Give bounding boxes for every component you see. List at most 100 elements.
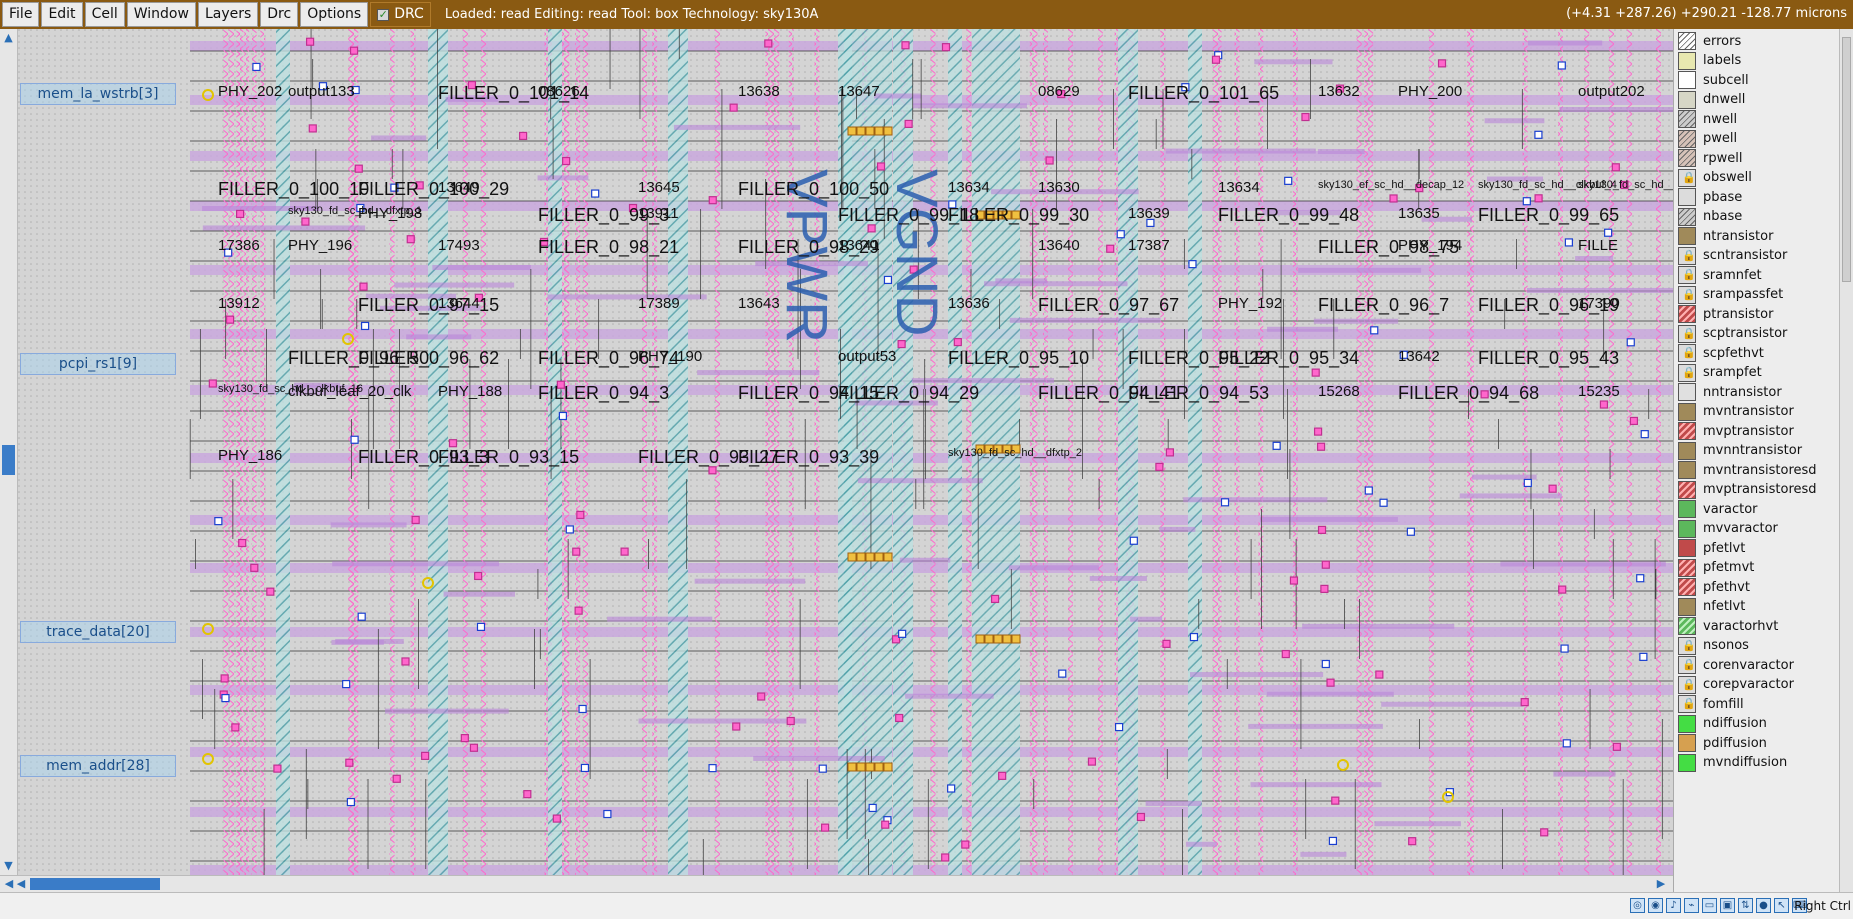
layer-name: mvntransistoresd bbox=[1703, 462, 1817, 478]
via bbox=[1289, 576, 1299, 585]
via bbox=[349, 46, 359, 55]
via-stack bbox=[883, 762, 893, 772]
via bbox=[1520, 698, 1529, 707]
cell-instance-label: FILLER_0_94_3 bbox=[538, 383, 670, 403]
via bbox=[250, 563, 259, 572]
horizontal-scrollbar[interactable]: ◀ ◀ ▶ bbox=[0, 875, 1673, 892]
shared-folder-icon[interactable]: ▭ bbox=[1702, 898, 1717, 913]
via-contact bbox=[357, 612, 366, 621]
via-contact bbox=[898, 629, 907, 638]
cell-instance-label: FILLER_0_95_43 bbox=[1478, 348, 1620, 368]
cell-instance-label: 08629 bbox=[1038, 83, 1080, 100]
cell-instance-label: FILLER_0_100_10 bbox=[218, 179, 370, 199]
pin-label[interactable]: trace_data[20] bbox=[20, 621, 176, 643]
metal2-wire bbox=[1356, 29, 1362, 875]
layout-canvas[interactable]: VPWR VGND mem_la_wstrb[3] pcpi_rs1[9] tr… bbox=[18, 29, 1673, 875]
metal1-wire bbox=[1185, 841, 1217, 847]
layer-name: varactorhvt bbox=[1703, 618, 1779, 634]
via bbox=[220, 674, 229, 683]
layer-name: labels bbox=[1703, 53, 1742, 68]
cell-instance-label: FILLER_0_94_29 bbox=[838, 383, 980, 403]
via bbox=[225, 315, 235, 324]
via-contact bbox=[221, 693, 230, 703]
optical-icon[interactable]: ◉ bbox=[1648, 898, 1663, 913]
lock-icon: 🔒 bbox=[1678, 636, 1696, 655]
via bbox=[460, 734, 469, 743]
via bbox=[1548, 484, 1557, 493]
cell-instance-label: 13649 bbox=[438, 179, 480, 196]
horizontal-scroll-thumb[interactable] bbox=[30, 878, 160, 890]
mouse-integration-icon[interactable]: ↖ bbox=[1774, 898, 1789, 913]
cell-instance-label: FILLER_0_95_34 bbox=[1218, 348, 1360, 368]
layer-palette: errors labels subcell dnwell nwell pwell rpwel… bbox=[1673, 29, 1839, 892]
vertical-scrollbar[interactable]: ▲ ▼ bbox=[0, 29, 18, 875]
layer-name: scpfethvt bbox=[1703, 345, 1764, 361]
checkbox-icon: ✓ bbox=[377, 7, 390, 21]
via bbox=[1045, 156, 1054, 165]
scroll-left-icon[interactable]: ◀ bbox=[14, 877, 28, 891]
menu-options[interactable]: Options bbox=[300, 2, 369, 27]
network-icon[interactable]: ⇅ bbox=[1738, 898, 1753, 913]
usb-icon[interactable]: ⌁ bbox=[1684, 898, 1699, 913]
scroll-down-icon[interactable]: ▼ bbox=[2, 859, 15, 872]
menu-file[interactable]: File bbox=[2, 2, 40, 27]
metal1-wire bbox=[1259, 516, 1398, 522]
scroll-right-icon[interactable]: ▶ bbox=[1654, 877, 1668, 891]
pin-label[interactable]: mem_la_wstrb[3] bbox=[20, 83, 176, 105]
via-stack bbox=[856, 762, 866, 772]
menu-edit[interactable]: Edit bbox=[41, 2, 83, 27]
layer-swatch-icon bbox=[1678, 480, 1696, 499]
metal1-wire bbox=[537, 175, 589, 181]
via bbox=[941, 43, 951, 52]
via-stack bbox=[874, 126, 884, 136]
menu-drc[interactable]: Drc bbox=[260, 2, 299, 27]
via-contact bbox=[1636, 574, 1645, 583]
layer-name: pbase bbox=[1703, 189, 1743, 205]
layer-item-mvndiffusion[interactable]: mvndiffusion bbox=[1674, 752, 1839, 774]
via-stack bbox=[993, 634, 1003, 644]
layer-scroll-thumb[interactable] bbox=[1842, 37, 1851, 282]
scroll-up-icon[interactable]: ▲ bbox=[2, 31, 15, 44]
pin-label[interactable]: pcpi_rs1[9] bbox=[20, 353, 176, 375]
layer-swatch-icon bbox=[1678, 422, 1696, 440]
menu-layers[interactable]: Layers bbox=[197, 2, 259, 27]
ground-net-label: VGND bbox=[884, 169, 949, 337]
cell-instance-label: sky130_fd_sc_hd__dfxtp_2 bbox=[948, 447, 1082, 459]
via bbox=[305, 37, 315, 46]
pin-label[interactable]: mem_addr[28] bbox=[20, 755, 176, 777]
via-stack bbox=[865, 762, 875, 772]
layer-name: corepvaractor bbox=[1703, 677, 1794, 692]
drc-label: DRC bbox=[394, 6, 424, 22]
metal2-wire bbox=[1258, 29, 1264, 875]
recording-icon[interactable]: ● bbox=[1756, 898, 1771, 913]
via bbox=[1162, 639, 1171, 648]
via-contact bbox=[214, 517, 223, 526]
disk-icon[interactable]: ◎ bbox=[1630, 898, 1645, 913]
via bbox=[1281, 649, 1290, 659]
via bbox=[897, 339, 906, 349]
metal1-wire bbox=[1266, 691, 1394, 697]
via bbox=[901, 41, 910, 50]
layer-scrollbar[interactable] bbox=[1839, 29, 1853, 892]
via-stack bbox=[984, 634, 994, 644]
cell-instance-label: FILLER_0_93_39 bbox=[738, 447, 880, 467]
drc-toggle[interactable]: ✓ DRC bbox=[370, 2, 431, 27]
menu-window[interactable]: Window bbox=[126, 2, 196, 27]
audio-icon[interactable]: ♪ bbox=[1666, 898, 1681, 913]
display-icon[interactable]: ▣ bbox=[1720, 898, 1735, 913]
menu-cell[interactable]: Cell bbox=[84, 2, 125, 27]
cell-instance-label: FILLER_0_99_48 bbox=[1218, 205, 1360, 225]
lock-icon: 🔒 bbox=[1678, 285, 1696, 304]
via bbox=[345, 758, 354, 767]
layer-name: nbase bbox=[1703, 209, 1743, 224]
metal2-wire bbox=[930, 29, 936, 875]
cell-instance-label: 08626 bbox=[538, 83, 580, 100]
layer-name: pfetlvt bbox=[1703, 540, 1746, 556]
metal1-wire bbox=[1008, 565, 1099, 571]
via bbox=[620, 547, 629, 556]
layer-name: scntransistor bbox=[1703, 248, 1788, 263]
system-tray: ◎ ◉ ♪ ⌁ ▭ ▣ ⇅ ● ↖ ⌨ bbox=[1630, 898, 1807, 913]
layer-name: pdiffusion bbox=[1703, 735, 1767, 751]
vertical-scroll-thumb[interactable] bbox=[2, 445, 15, 475]
via-contact bbox=[476, 622, 486, 631]
